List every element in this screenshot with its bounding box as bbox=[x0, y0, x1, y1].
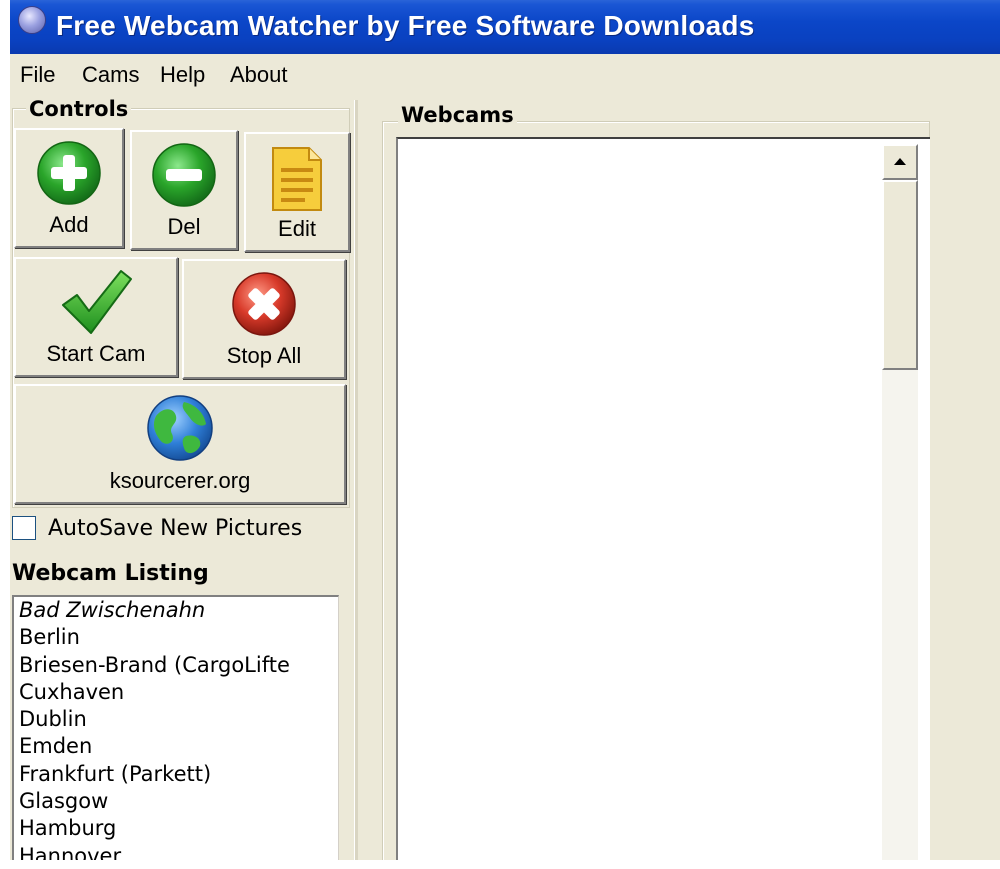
scroll-up-button[interactable] bbox=[882, 144, 918, 180]
arrow-up-icon bbox=[894, 158, 906, 165]
menu-help[interactable]: Help bbox=[160, 62, 205, 88]
webcam-scrollbar[interactable] bbox=[882, 144, 918, 860]
webcams-group-label: Webcams bbox=[398, 103, 517, 127]
menu-cams[interactable]: Cams bbox=[82, 62, 139, 88]
edit-label: Edit bbox=[278, 216, 316, 241]
checkmark-icon bbox=[62, 270, 132, 334]
minus-circle-icon bbox=[152, 143, 216, 207]
list-item[interactable]: Cuxhaven bbox=[14, 679, 338, 706]
delete-button[interactable]: Del bbox=[130, 130, 238, 250]
pane-splitter[interactable] bbox=[354, 100, 358, 860]
stop-all-button[interactable]: Stop All bbox=[182, 259, 346, 379]
globe-icon bbox=[147, 395, 213, 461]
list-item[interactable]: Hamburg bbox=[14, 815, 338, 842]
scroll-thumb[interactable] bbox=[882, 180, 918, 370]
list-item[interactable]: Emden bbox=[14, 733, 338, 760]
window-title: Free Webcam Watcher by Free Software Dow… bbox=[56, 10, 755, 41]
menu-file[interactable]: File bbox=[20, 62, 55, 88]
app-icon[interactable] bbox=[18, 6, 46, 34]
menu-bar: File Cams Help About bbox=[10, 54, 1000, 94]
webcam-listbox[interactable]: Bad Zwischenahn Berlin Briesen-Brand (Ca… bbox=[12, 595, 339, 860]
add-button[interactable]: Add bbox=[14, 128, 124, 248]
list-item[interactable]: Frankfurt (Parkett) bbox=[14, 761, 338, 788]
document-icon bbox=[272, 147, 322, 211]
edit-button[interactable]: Edit bbox=[244, 132, 350, 252]
stop-all-label: Stop All bbox=[226, 343, 302, 368]
del-label: Del bbox=[167, 214, 201, 239]
x-circle-icon bbox=[232, 272, 296, 336]
plus-circle-icon bbox=[37, 141, 101, 205]
list-item[interactable]: Hannover bbox=[14, 843, 338, 860]
list-item[interactable]: Bad Zwischenahn bbox=[14, 597, 338, 624]
list-item[interactable]: Glasgow bbox=[14, 788, 338, 815]
list-item[interactable]: Briesen-Brand (CargoLifte bbox=[14, 652, 338, 679]
menu-about[interactable]: About bbox=[230, 62, 288, 88]
add-label: Add bbox=[49, 212, 89, 237]
title-bar[interactable]: Free Webcam Watcher by Free Software Dow… bbox=[10, 0, 1000, 54]
autosave-checkbox[interactable] bbox=[12, 516, 36, 540]
autosave-label[interactable]: AutoSave New Pictures bbox=[48, 516, 302, 541]
webcam-view-panel[interactable] bbox=[396, 137, 930, 860]
app-window: Free Webcam Watcher by Free Software Dow… bbox=[10, 0, 1000, 860]
ksourcerer-label: ksourcerer.org bbox=[109, 468, 251, 493]
ksourcerer-link-button[interactable]: ksourcerer.org bbox=[14, 384, 346, 504]
list-item[interactable]: Dublin bbox=[14, 706, 338, 733]
webcam-listing-title: Webcam Listing bbox=[12, 561, 209, 586]
list-item[interactable]: Berlin bbox=[14, 624, 338, 651]
controls-group-label: Controls bbox=[26, 97, 132, 121]
start-cam-label: Start Cam bbox=[46, 341, 146, 366]
start-cam-button[interactable]: Start Cam bbox=[14, 257, 178, 377]
